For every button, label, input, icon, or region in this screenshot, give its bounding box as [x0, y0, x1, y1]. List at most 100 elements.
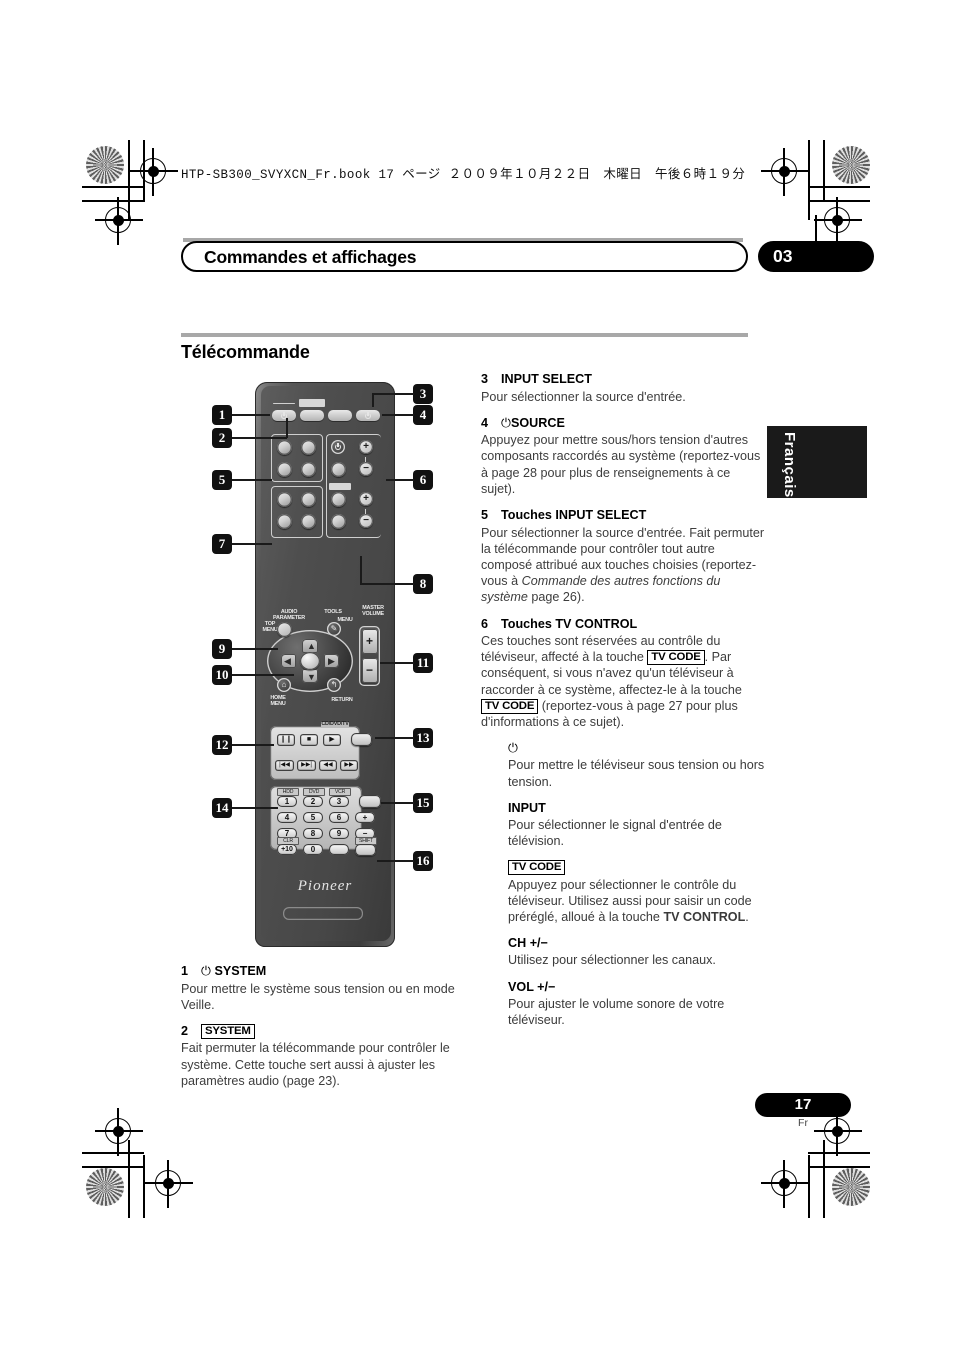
power-icon — [365, 411, 371, 419]
callout-2: 2 — [212, 428, 232, 448]
arrow-left-icon: ◀ — [284, 656, 291, 666]
subitem-vol-label: VOL +/− — [508, 979, 556, 994]
audio-parameter-button[interactable] — [277, 622, 292, 637]
item-4-heading: 4 ⏻SOURCE — [481, 415, 766, 432]
leader-line — [372, 393, 374, 407]
system-mode-button[interactable] — [300, 410, 324, 421]
tools-label: TOOLS — [324, 609, 342, 615]
callout-15: 15 — [413, 793, 433, 813]
item-3-label: INPUT SELECT — [501, 372, 592, 386]
tv-power-button[interactable] — [331, 440, 345, 454]
leader-line — [232, 437, 287, 439]
key-1[interactable]: 1 — [277, 796, 297, 807]
book-header-line: HTP-SB300_SVYXCN_Fr.book 17 ページ ２００９年１０月… — [181, 168, 746, 182]
leader-line — [232, 414, 270, 416]
input-select-button-3[interactable] — [277, 462, 292, 477]
key-plus[interactable]: + — [355, 812, 375, 823]
crop-line — [82, 200, 144, 202]
tv-code-key-box: TV CODE — [508, 860, 566, 876]
input-select-button-2[interactable] — [301, 440, 316, 455]
tv-code-button[interactable] — [331, 492, 346, 507]
key-5[interactable]: 5 — [303, 812, 323, 823]
source-button-3[interactable] — [277, 514, 292, 529]
key-8[interactable]: 8 — [303, 828, 323, 839]
item-1-heading: 1 ⏻ SYSTEM — [181, 963, 466, 980]
source-button-4[interactable] — [301, 514, 316, 529]
ir-window — [299, 399, 325, 407]
crop-line — [82, 1166, 144, 1168]
item-6-body: Ces touches sont réservées au contrôle d… — [481, 633, 766, 730]
halftone-patch-top-right — [832, 146, 870, 184]
tv-input-button[interactable] — [331, 462, 346, 477]
source-mode-button[interactable] — [328, 410, 352, 421]
input-select-button-1[interactable] — [277, 440, 292, 455]
item-2-heading: 2 SYSTEM — [181, 1023, 466, 1040]
stop-button[interactable]: ■ — [300, 734, 318, 746]
item-4-label: SOURCE — [510, 415, 565, 430]
registration-mark — [130, 148, 178, 196]
subitem-tv-code-body-part2: . — [745, 910, 749, 925]
leader-line — [377, 860, 414, 862]
leader-line — [232, 744, 274, 746]
key-2[interactable]: 2 — [303, 796, 323, 807]
master-volume-rocker[interactable]: + − — [359, 626, 380, 686]
return-button[interactable]: ↰ — [327, 678, 341, 692]
leader-line — [232, 674, 294, 676]
master-volume-down-button[interactable]: − — [361, 658, 378, 683]
chapter-title: Commandes et affichages — [204, 247, 417, 267]
tv-volume-plus-button[interactable]: + — [359, 492, 373, 506]
next-track-button[interactable]: ▶▶| — [297, 760, 316, 771]
tv-channel-minus-button[interactable]: − — [359, 462, 373, 476]
power-icon: ⏻ — [508, 740, 518, 756]
tv-channel-plus-button[interactable]: + — [359, 440, 373, 454]
rewind-button[interactable]: ◀◀ — [319, 760, 337, 771]
tools-button[interactable]: ✎ — [327, 622, 341, 636]
key-6[interactable]: 6 — [329, 812, 349, 823]
home-menu-button[interactable]: ⌂ — [277, 678, 291, 692]
list-item-1: 1 ⏻ SYSTEM Pour mettre le système sous te… — [181, 963, 466, 1013]
chapter-number-badge: 03 — [758, 241, 874, 272]
subitem-tv-code: TV CODE Appuyez pour sélectionner le con… — [508, 859, 766, 925]
callout-16: 16 — [413, 851, 433, 871]
unlabeled-button-13[interactable] — [351, 733, 372, 746]
leader-line — [382, 414, 414, 416]
system-power-button[interactable] — [272, 410, 296, 421]
unlabeled-button-15[interactable] — [359, 795, 381, 808]
badge-tick — [815, 215, 817, 243]
fast-forward-button[interactable]: ▶▶ — [340, 760, 358, 771]
pause-button[interactable]: ❙❙ — [277, 734, 295, 746]
subitem-ch-label: CH +/− — [508, 936, 548, 951]
source-power-button[interactable] — [356, 410, 380, 421]
key-3[interactable]: 3 — [329, 796, 349, 807]
arrow-down-icon: ▼ — [307, 672, 316, 682]
page-language-code: Fr — [798, 1117, 808, 1129]
play-button[interactable]: ▶ — [323, 734, 341, 746]
tv-volume-minus-button[interactable]: − — [359, 514, 373, 528]
key-0[interactable]: 0 — [303, 844, 323, 855]
key-blank[interactable] — [329, 844, 349, 855]
tv-extra-button[interactable] — [331, 514, 346, 529]
previous-track-button[interactable]: |◀◀ — [275, 760, 294, 771]
power-icon: ⏻ — [201, 963, 211, 978]
home-menu-label: HOME MENU — [270, 695, 286, 707]
callout-10: 10 — [212, 665, 232, 685]
enter-button[interactable] — [300, 652, 320, 670]
key-9[interactable]: 9 — [329, 828, 349, 839]
source-button-2[interactable] — [301, 492, 316, 507]
key-4[interactable]: 4 — [277, 812, 297, 823]
page-number-badge: 17 — [755, 1093, 851, 1117]
shift-button[interactable] — [355, 844, 376, 856]
tv-code-key-box: TV CODE — [481, 698, 539, 714]
right-text-column: 3 INPUT SELECT Pour sélectionner la sourc… — [481, 371, 766, 1038]
arrow-right-icon: ▶ — [328, 656, 335, 666]
callout-14: 14 — [212, 798, 232, 818]
input-select-button-4[interactable] — [301, 462, 316, 477]
crop-line — [808, 200, 870, 202]
crop-line — [808, 1152, 870, 1154]
crop-line — [808, 1155, 810, 1218]
master-volume-up-button[interactable]: + — [361, 629, 378, 654]
source-button-1[interactable] — [277, 492, 292, 507]
key-plus-10[interactable]: +10 — [277, 844, 297, 855]
subitem-tv-code-heading: TV CODE — [508, 859, 766, 876]
callout-8: 8 — [413, 574, 433, 594]
